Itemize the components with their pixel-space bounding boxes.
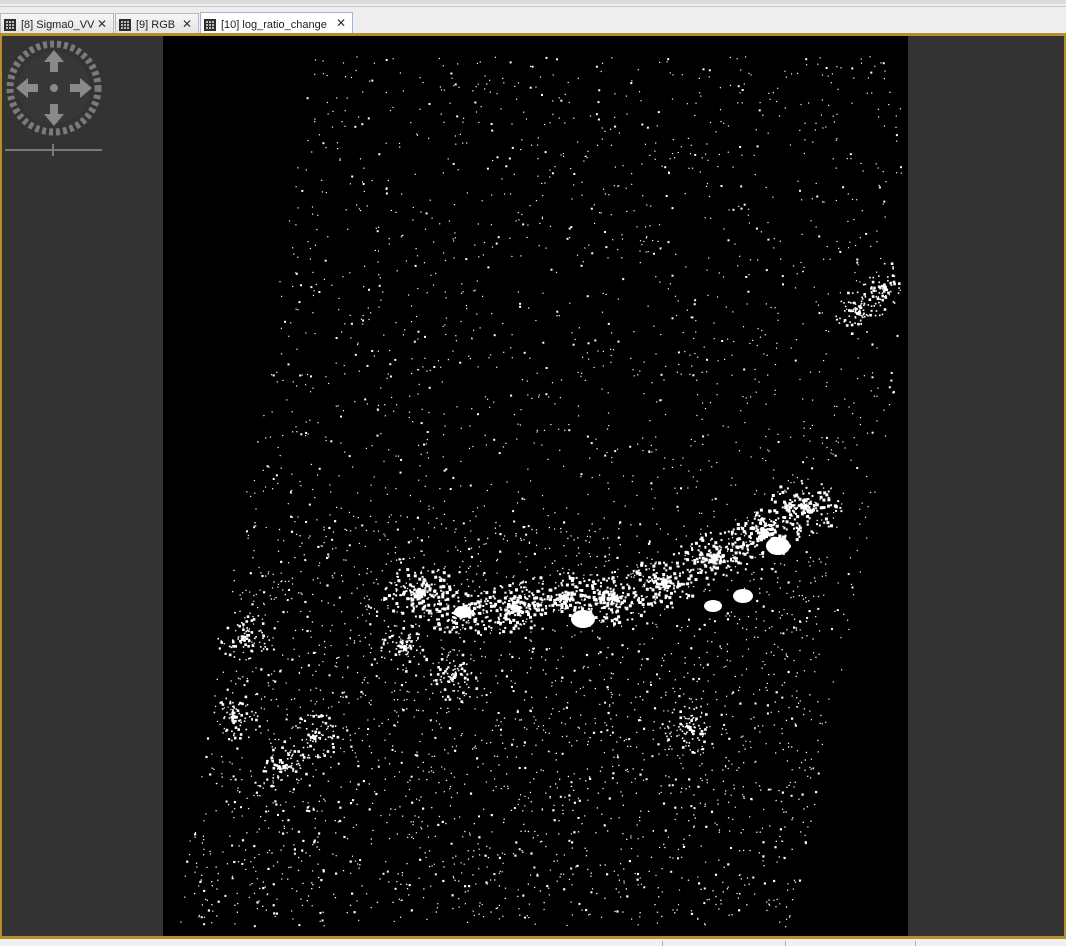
tab-bar-divider <box>0 6 1066 7</box>
image-viewer[interactable] <box>0 33 1066 939</box>
tab-rgb[interactable]: [9] RGB ✕ <box>115 13 199 35</box>
close-icon[interactable]: ✕ <box>182 17 192 31</box>
close-icon[interactable]: ✕ <box>336 16 346 30</box>
close-icon[interactable]: ✕ <box>97 17 107 31</box>
tab-label: [10] log_ratio_change <box>221 18 327 31</box>
raster-band-icon <box>204 18 216 31</box>
pan-center-icon[interactable] <box>50 84 58 92</box>
raster-band-icon <box>4 18 16 31</box>
raster-band-icon <box>119 18 131 31</box>
document-tab-bar: [8] Sigma0_VV ✕ [9] RGB ✕ [10] log_ratio… <box>0 0 1066 36</box>
tab-label: [8] Sigma0_VV <box>21 18 95 31</box>
status-bar <box>0 939 1066 946</box>
raster-image-log-ratio-change[interactable] <box>163 36 908 936</box>
status-separator <box>662 941 663 946</box>
tab-label: [9] RGB <box>136 18 176 31</box>
status-separator <box>915 941 916 946</box>
tab-sigma0-vv[interactable]: [8] Sigma0_VV ✕ <box>0 13 114 35</box>
zoom-slider-icon[interactable] <box>5 144 102 156</box>
status-separator <box>785 941 786 946</box>
navigation-wheel-icon[interactable] <box>6 40 102 136</box>
change-detection-raster <box>180 56 902 928</box>
